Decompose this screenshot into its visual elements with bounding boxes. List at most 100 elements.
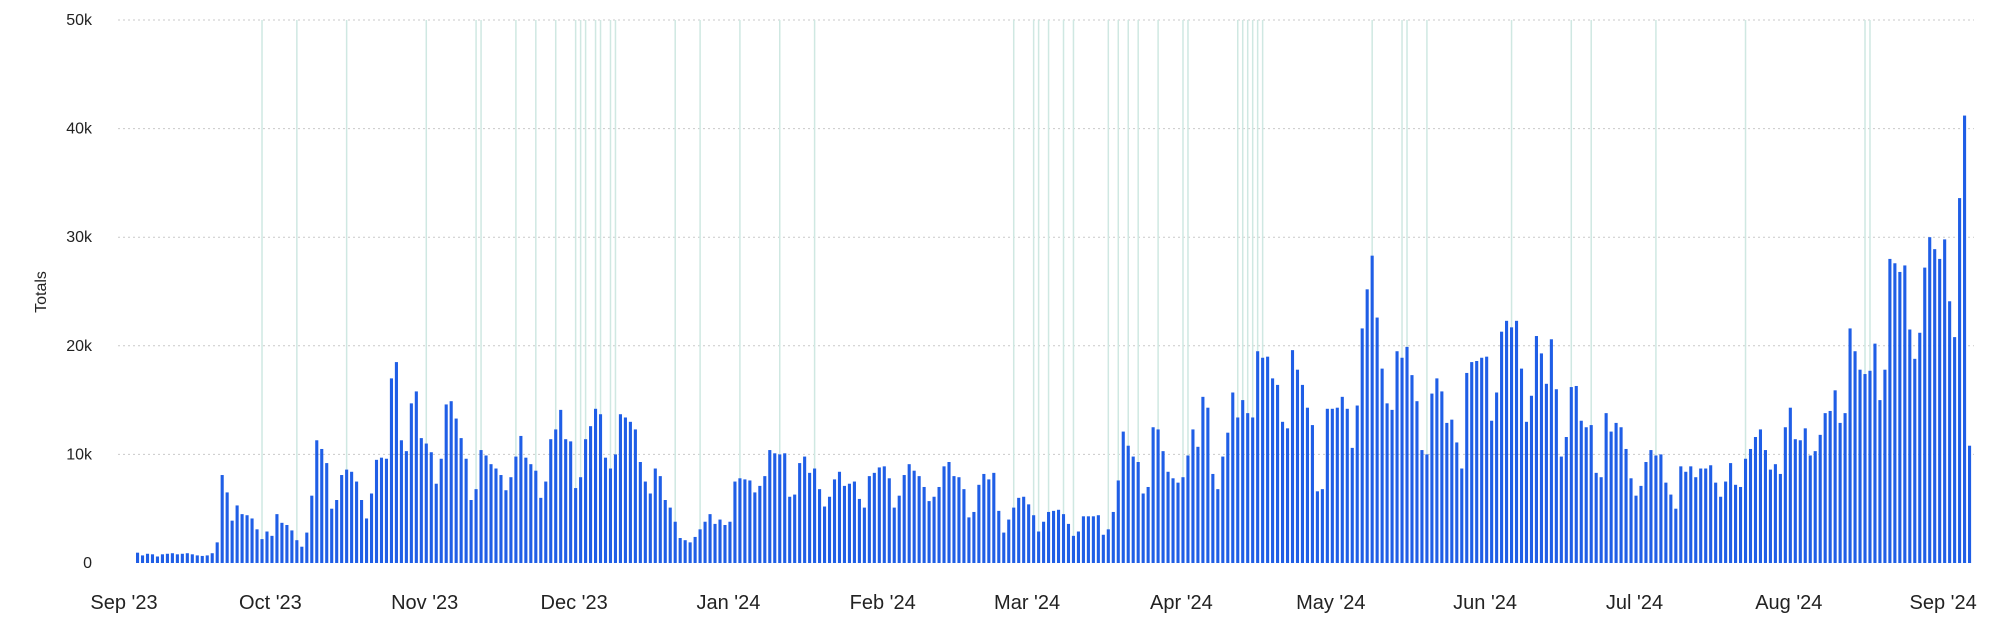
bar[interactable]	[618, 414, 622, 563]
bar[interactable]	[1594, 472, 1598, 563]
bar[interactable]	[539, 497, 543, 563]
bar[interactable]	[185, 553, 189, 563]
bar[interactable]	[1171, 478, 1175, 563]
bar[interactable]	[1425, 454, 1429, 563]
bar[interactable]	[340, 475, 344, 563]
bar[interactable]	[1475, 361, 1479, 563]
bar[interactable]	[245, 515, 249, 563]
bar[interactable]	[1465, 372, 1469, 563]
bar[interactable]	[1724, 481, 1728, 563]
bar[interactable]	[1325, 408, 1329, 563]
bar[interactable]	[1261, 357, 1265, 563]
bar[interactable]	[574, 488, 578, 563]
bar[interactable]	[1251, 417, 1255, 563]
bar[interactable]	[1161, 451, 1165, 563]
bar[interactable]	[449, 401, 453, 563]
bar[interactable]	[1918, 332, 1922, 563]
bar[interactable]	[818, 489, 822, 563]
bar[interactable]	[479, 450, 483, 563]
bar[interactable]	[1963, 115, 1967, 563]
bar[interactable]	[335, 500, 339, 563]
bar[interactable]	[504, 490, 508, 563]
bar[interactable]	[589, 426, 593, 563]
bar[interactable]	[1042, 521, 1046, 563]
bar[interactable]	[1599, 477, 1603, 563]
bar[interactable]	[1136, 462, 1140, 563]
bar[interactable]	[813, 468, 817, 563]
bar[interactable]	[1111, 511, 1115, 563]
bar[interactable]	[1828, 410, 1832, 563]
bar[interactable]	[345, 469, 349, 563]
bar[interactable]	[355, 481, 359, 563]
bar[interactable]	[1624, 448, 1628, 563]
bar[interactable]	[195, 555, 199, 563]
bar[interactable]	[1166, 471, 1170, 563]
bar[interactable]	[912, 470, 916, 563]
bar[interactable]	[1335, 407, 1339, 563]
bar[interactable]	[1948, 301, 1952, 563]
bar[interactable]	[633, 429, 637, 563]
bar[interactable]	[753, 492, 757, 563]
bar[interactable]	[1549, 339, 1553, 563]
bar[interactable]	[1793, 439, 1797, 563]
bar[interactable]	[220, 475, 224, 563]
bar[interactable]	[1719, 496, 1723, 563]
bar[interactable]	[1360, 328, 1364, 563]
bar[interactable]	[1032, 515, 1036, 563]
bar[interactable]	[972, 511, 976, 563]
bar[interactable]	[1888, 258, 1892, 563]
bar[interactable]	[1544, 383, 1548, 563]
bar[interactable]	[1022, 496, 1026, 563]
bar[interactable]	[1440, 391, 1444, 563]
bar[interactable]	[738, 478, 742, 563]
bar[interactable]	[877, 467, 881, 563]
bar[interactable]	[648, 493, 652, 564]
bar[interactable]	[534, 470, 538, 563]
bar[interactable]	[444, 404, 448, 563]
bar[interactable]	[1953, 337, 1957, 563]
bar[interactable]	[310, 495, 314, 563]
bar[interactable]	[713, 523, 717, 563]
bar[interactable]	[240, 514, 244, 563]
bar[interactable]	[1913, 358, 1917, 563]
bar[interactable]	[1574, 385, 1578, 563]
bar[interactable]	[454, 418, 458, 563]
bar[interactable]	[399, 440, 403, 563]
bar[interactable]	[827, 496, 832, 563]
bar[interactable]	[270, 535, 274, 563]
bar[interactable]	[698, 529, 702, 563]
bar[interactable]	[1629, 478, 1633, 563]
bar[interactable]	[1276, 384, 1280, 563]
bar[interactable]	[1893, 263, 1897, 563]
bar[interactable]	[404, 451, 408, 563]
bar[interactable]	[1236, 417, 1240, 563]
bar[interactable]	[1131, 456, 1135, 563]
bar[interactable]	[1256, 351, 1260, 563]
bar[interactable]	[1196, 446, 1200, 563]
bar[interactable]	[1241, 400, 1245, 563]
bar[interactable]	[235, 505, 239, 563]
bar[interactable]	[1863, 374, 1867, 563]
bar[interactable]	[763, 476, 767, 563]
bar[interactable]	[1933, 249, 1937, 563]
bar[interactable]	[1121, 431, 1125, 563]
bar[interactable]	[1510, 327, 1514, 563]
bar[interactable]	[1350, 447, 1354, 563]
bar[interactable]	[1071, 535, 1076, 563]
bar[interactable]	[1400, 357, 1404, 563]
bar[interactable]	[872, 472, 876, 563]
bar[interactable]	[947, 462, 951, 563]
bar[interactable]	[1898, 271, 1902, 563]
bar[interactable]	[1061, 514, 1066, 563]
bar[interactable]	[564, 439, 568, 563]
bar[interactable]	[1281, 421, 1285, 563]
bar[interactable]	[1410, 375, 1414, 563]
bar[interactable]	[1027, 504, 1031, 563]
bar[interactable]	[325, 463, 329, 563]
bar[interactable]	[1216, 489, 1220, 563]
bar[interactable]	[758, 485, 762, 563]
bar[interactable]	[464, 458, 468, 563]
bar[interactable]	[360, 500, 364, 563]
bar[interactable]	[429, 452, 433, 563]
bar[interactable]	[832, 479, 837, 563]
